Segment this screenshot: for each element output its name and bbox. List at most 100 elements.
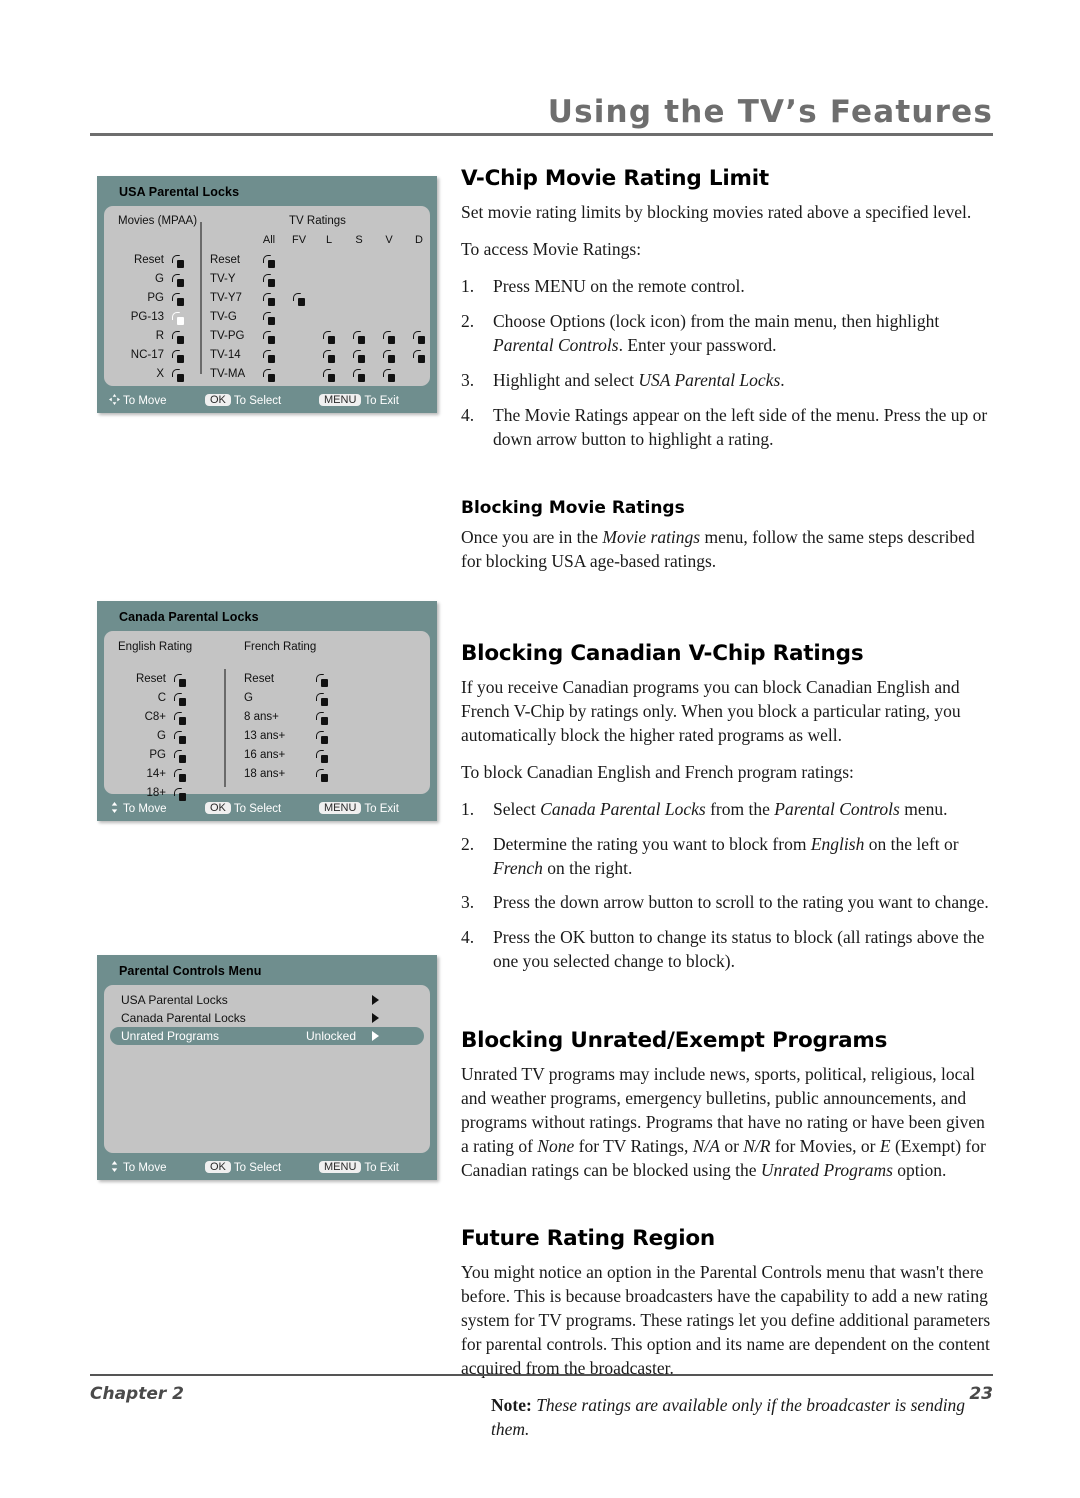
movie-row-lock[interactable]: [172, 367, 185, 385]
tv-row-label: TV-MA: [210, 368, 246, 380]
movie-row-lock[interactable]: [172, 291, 185, 309]
heading-future-rating-region: Future Rating Region: [461, 1226, 716, 1252]
movie-row-lock[interactable]: [172, 253, 185, 271]
english-row-lock[interactable]: [174, 767, 187, 785]
movie-row-label: X: [156, 368, 164, 380]
tv-lock-fv[interactable]: [293, 291, 306, 309]
tv-lock-all[interactable]: [263, 348, 276, 366]
to-move-label: To Move: [123, 1162, 167, 1174]
parental-controls-menu: Parental Controls Menu USA Parental Lock…: [97, 955, 437, 1180]
to-move-hint: To Move: [109, 1161, 166, 1174]
step-number: 4.: [461, 404, 475, 425]
list-item: 4. The Movie Ratings appear on the left …: [461, 404, 997, 452]
tv-lock-all[interactable]: [263, 329, 276, 347]
chevron-right-icon: [372, 1031, 379, 1041]
step-number: 4.: [461, 927, 475, 948]
menu-item-unrated-programs[interactable]: Unrated Programs Unlocked: [110, 1027, 424, 1045]
step-text: Choose Options (lock icon) from the main…: [493, 310, 940, 355]
tv-lock-s[interactable]: [353, 329, 366, 347]
heading-blocking-canadian-v-chip-ratings: Blocking Canadian V-Chip Ratings: [461, 640, 864, 666]
page-number: 23: [969, 1384, 993, 1404]
canada-column-divider: [224, 669, 226, 787]
tv-lock-all[interactable]: [263, 272, 276, 290]
tv-lock-s[interactable]: [353, 348, 366, 366]
step-number: 1.: [461, 275, 475, 296]
movie-row-lock[interactable]: [172, 272, 185, 290]
blocking-canadian-intro: If you receive Canadian programs you can…: [461, 676, 961, 745]
english-row-label: Reset: [135, 673, 166, 685]
to-select-label: To Select: [233, 1162, 282, 1174]
updown-arrow-icon: [109, 802, 120, 813]
movie-row-label: PG-13: [130, 311, 164, 323]
french-row-lock[interactable]: [316, 691, 329, 709]
tv-lock-d[interactable]: [413, 329, 426, 347]
movie-row-label: Reset: [133, 254, 164, 266]
canada-menu-title: Canada Parental Locks: [119, 610, 259, 624]
list-item: 2. Determine the rating you want to bloc…: [461, 833, 997, 881]
english-row-lock[interactable]: [174, 710, 187, 728]
tv-lock-s[interactable]: [353, 367, 366, 385]
french-row-lock[interactable]: [316, 672, 329, 690]
tv-col-l: L: [325, 234, 333, 246]
tv-col-v: V: [385, 234, 393, 246]
french-row-lock[interactable]: [316, 729, 329, 747]
ok-key[interactable]: OK: [205, 802, 231, 814]
tv-lock-all[interactable]: [263, 367, 276, 385]
blocking-canadian-steps: 1. Select Canada Parental Locks from the…: [461, 798, 997, 975]
english-row-lock[interactable]: [174, 672, 187, 690]
french-row-lock[interactable]: [316, 767, 329, 785]
english-row-label: G: [157, 730, 166, 742]
english-row-lock[interactable]: [174, 691, 187, 709]
english-rating-header: English Rating: [118, 641, 193, 653]
movies-mpaa-header: Movies (MPAA): [118, 215, 198, 227]
to-exit-hint: MENU To Exit: [319, 1161, 399, 1174]
french-row-label: 13 ans+: [244, 730, 286, 742]
french-row-label: 18 ans+: [244, 768, 286, 780]
tv-lock-v[interactable]: [383, 329, 396, 347]
tv-lock-l[interactable]: [323, 348, 336, 366]
movie-row-label: G: [155, 273, 164, 285]
tv-ratings-header: TV Ratings: [289, 215, 346, 227]
tv-row-label: Reset: [210, 254, 241, 266]
movie-row-lock-selected[interactable]: [172, 310, 185, 328]
chapter-label: Chapter 2: [90, 1384, 185, 1404]
to-exit-label: To Exit: [364, 1162, 399, 1174]
ok-key[interactable]: OK: [205, 1161, 231, 1173]
tv-lock-l[interactable]: [323, 367, 336, 385]
ok-key[interactable]: OK: [205, 394, 231, 406]
updown-arrow-icon: [109, 1161, 120, 1172]
english-row-lock[interactable]: [174, 729, 187, 747]
tv-lock-d[interactable]: [413, 348, 426, 366]
tv-col-all: All: [262, 234, 276, 246]
french-row-lock[interactable]: [316, 748, 329, 766]
tv-lock-v[interactable]: [383, 348, 396, 366]
menu-item-usa-parental-locks[interactable]: USA Parental Locks: [110, 991, 424, 1009]
menu-key[interactable]: MENU: [319, 802, 362, 814]
usa-parental-locks-menu: USA Parental Locks Movies (MPAA) TV Rati…: [97, 176, 437, 413]
heading-blocking-movie-ratings: Blocking Movie Ratings: [461, 497, 685, 518]
to-move-label: To Move: [123, 803, 167, 815]
to-exit-label: To Exit: [364, 395, 399, 407]
movie-row-lock[interactable]: [172, 348, 185, 366]
movie-row-lock[interactable]: [172, 329, 185, 347]
parental-controls-title: Parental Controls Menu: [119, 964, 262, 978]
french-row-lock[interactable]: [316, 710, 329, 728]
english-row-lock[interactable]: [174, 748, 187, 766]
tv-row-label: TV-14: [210, 349, 241, 361]
tv-lock-l[interactable]: [323, 329, 336, 347]
movie-rating-steps: 1. Press MENU on the remote control. 2. …: [461, 275, 997, 452]
menu-item-canada-parental-locks[interactable]: Canada Parental Locks: [110, 1009, 424, 1027]
tv-lock-all[interactable]: [263, 291, 276, 309]
menu-key[interactable]: MENU: [319, 1161, 362, 1173]
header-divider: [90, 133, 993, 136]
menu-key[interactable]: MENU: [319, 394, 362, 406]
to-exit-hint: MENU To Exit: [319, 394, 399, 407]
tv-lock-v[interactable]: [383, 367, 396, 385]
usa-menu-title: USA Parental Locks: [119, 185, 240, 199]
to-exit-hint: MENU To Exit: [319, 802, 399, 815]
english-row-label: C: [157, 692, 166, 704]
tv-lock-all[interactable]: [263, 253, 276, 271]
movie-row-label: R: [155, 330, 164, 342]
tv-lock-all[interactable]: [263, 310, 276, 328]
